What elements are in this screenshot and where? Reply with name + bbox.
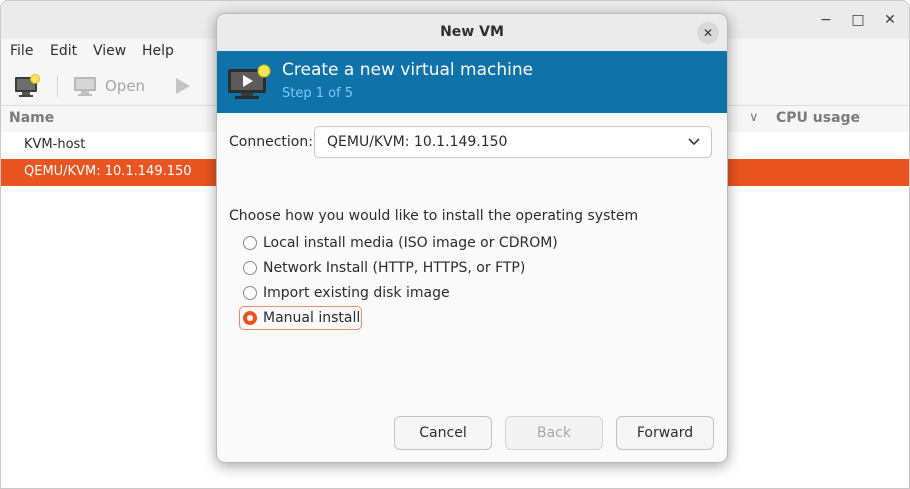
connection-label: QEMU/KVM: 10.1.149.150 xyxy=(24,164,192,179)
radio-button[interactable] xyxy=(243,286,257,300)
forward-button[interactable]: Forward xyxy=(616,416,714,450)
menu-help[interactable]: Help xyxy=(142,43,174,59)
dialog-title: New VM xyxy=(217,14,727,51)
cancel-button[interactable]: Cancel xyxy=(394,416,492,450)
menu-file[interactable]: File xyxy=(10,43,33,59)
new-vm-button[interactable] xyxy=(14,73,42,99)
toolbar-separator xyxy=(57,75,58,97)
radio-manual-install[interactable]: Manual install xyxy=(243,307,360,329)
new-vm-icon xyxy=(15,74,40,97)
radio-button[interactable] xyxy=(243,261,257,275)
close-window-button[interactable]: ✕ xyxy=(879,9,901,31)
chevron-down-icon[interactable]: ∨ xyxy=(749,110,759,125)
radio-label: Import existing disk image xyxy=(263,285,450,301)
radio-network-install[interactable]: Network Install (HTTP, HTTPS, or FTP) xyxy=(243,257,525,279)
new-vm-icon xyxy=(228,64,271,99)
open-label: Open xyxy=(105,77,146,95)
new-vm-dialog: New VM ✕ Create a new virtual machine St… xyxy=(216,13,728,463)
radio-local-install[interactable]: Local install media (ISO image or CDROM) xyxy=(243,232,558,254)
connection-value: QEMU/KVM: 10.1.149.150 xyxy=(327,134,508,150)
column-cpu-usage[interactable]: CPU usage xyxy=(776,110,860,126)
radio-button[interactable] xyxy=(243,236,257,250)
connection-field-label: Connection: xyxy=(229,134,313,150)
radio-button-checked[interactable] xyxy=(243,311,257,325)
radio-label: Network Install (HTTP, HTTPS, or FTP) xyxy=(263,260,526,276)
menu-view[interactable]: View xyxy=(93,43,126,59)
banner-title: Create a new virtual machine xyxy=(282,60,534,80)
wizard-banner: Create a new virtual machine Step 1 of 5 xyxy=(217,51,727,113)
maximize-button[interactable]: □ xyxy=(847,9,869,31)
close-icon[interactable]: ✕ xyxy=(697,22,719,44)
connection-dropdown[interactable]: QEMU/KVM: 10.1.149.150 xyxy=(314,126,712,158)
menu-edit[interactable]: Edit xyxy=(50,43,77,59)
radio-import-disk[interactable]: Import existing disk image xyxy=(243,282,450,304)
chevron-down-icon xyxy=(688,138,700,146)
column-name[interactable]: Name xyxy=(9,110,54,126)
minimize-button[interactable]: − xyxy=(815,9,837,31)
play-icon xyxy=(176,78,190,94)
radio-label: Local install media (ISO image or CDROM) xyxy=(263,235,558,251)
banner-step: Step 1 of 5 xyxy=(282,86,354,101)
monitor-icon xyxy=(74,77,96,96)
back-button[interactable]: Back xyxy=(505,416,603,450)
run-button[interactable] xyxy=(174,73,192,99)
connection-label: KVM-host xyxy=(24,137,86,152)
radio-label: Manual install xyxy=(263,310,361,326)
install-prompt: Choose how you would like to install the… xyxy=(229,208,639,224)
open-button[interactable]: Open xyxy=(73,73,145,99)
